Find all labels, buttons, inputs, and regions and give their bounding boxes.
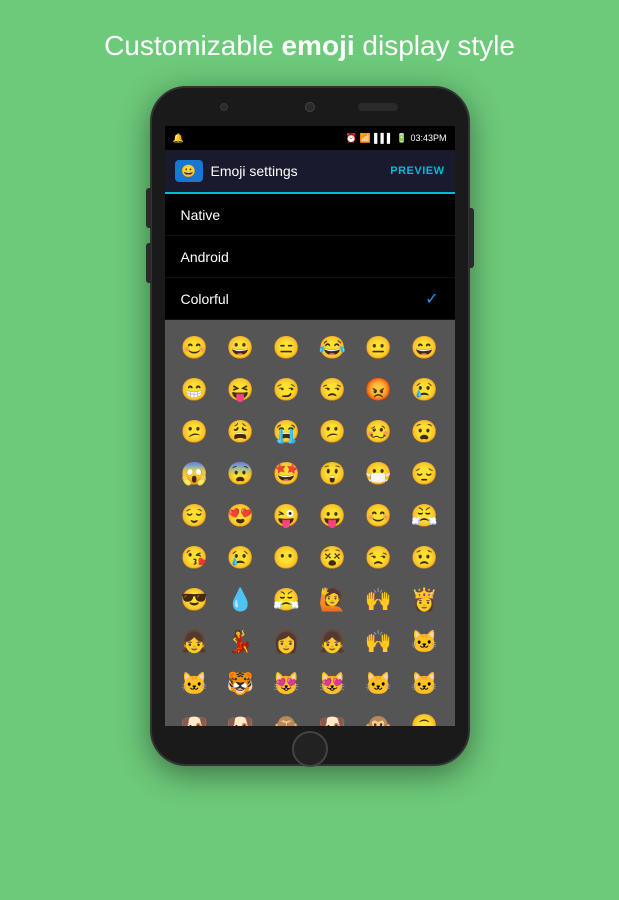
header-text-normal: Customizable [104, 30, 281, 61]
earpiece [358, 103, 398, 111]
emoji-cell[interactable]: 🙈 [265, 706, 309, 726]
emoji-cell[interactable]: 🙃 [403, 706, 447, 726]
emoji-cell[interactable]: 😘 [173, 538, 217, 578]
emoji-cell[interactable]: 😱 [173, 454, 217, 494]
emoji-cell[interactable]: 😧 [403, 412, 447, 452]
emoji-cell[interactable]: 🐱 [403, 664, 447, 704]
emoji-cell[interactable]: 😄 [403, 328, 447, 368]
home-button[interactable] [292, 731, 328, 767]
emoji-cell[interactable]: 😤 [403, 496, 447, 536]
emoji-cell[interactable]: 🐱 [403, 622, 447, 662]
emoji-cell[interactable]: 😊 [357, 496, 401, 536]
checkmark-icon: ✓ [425, 289, 438, 309]
camera [305, 102, 315, 112]
front-camera [220, 103, 228, 111]
emoji-cell[interactable]: 👧 [173, 622, 217, 662]
battery-icon: 🔋 [396, 133, 407, 144]
emoji-grid: 😊😀😑😂😐😄😁😝😏😒😡😢😕😩😭😕🥴😧😱😨🤩😲😷😔😌😍😜😛😊😤😘😢😶😵😒😟😎💧😤🙋… [173, 328, 447, 726]
emoji-cell[interactable]: 😐 [357, 328, 401, 368]
emoji-cell[interactable]: 🤩 [265, 454, 309, 494]
emoji-cell[interactable]: 😍 [219, 496, 263, 536]
phone-frame: 🔔 ⏰ 📶 ▌▌▌ 🔋 03:43PM 😀 Emoji settings PRE… [150, 86, 470, 766]
emoji-cell[interactable]: 😩 [219, 412, 263, 452]
emoji-cell[interactable]: 🐶 [311, 706, 355, 726]
emoji-cell[interactable]: 😷 [357, 454, 401, 494]
app-icon-emoji: 😀 [181, 164, 196, 178]
preview-button[interactable]: PREVIEW [390, 165, 444, 177]
menu-item-colorful[interactable]: Colorful ✓ [165, 278, 455, 320]
status-right: ⏰ 📶 ▌▌▌ 🔋 03:43PM [346, 133, 447, 144]
emoji-cell[interactable]: 😁 [173, 370, 217, 410]
emoji-cell[interactable]: 😜 [265, 496, 309, 536]
emoji-cell[interactable]: 😢 [219, 538, 263, 578]
emoji-cell[interactable]: 🙌 [357, 580, 401, 620]
emoji-cell[interactable]: 😕 [173, 412, 217, 452]
signal-icon: ▌▌▌ [374, 133, 393, 143]
emoji-cell[interactable]: 🐱 [357, 664, 401, 704]
phone-bottom [292, 734, 328, 764]
emoji-cell[interactable]: 👩 [265, 622, 309, 662]
emoji-cell[interactable]: 😤 [265, 580, 309, 620]
emoji-cell[interactable]: 😊 [173, 328, 217, 368]
emoji-cell[interactable]: 👸 [403, 580, 447, 620]
alarm-icon: ⏰ [346, 133, 357, 144]
emoji-cell[interactable]: 😢 [403, 370, 447, 410]
emoji-cell[interactable]: 😶 [265, 538, 309, 578]
emoji-cell[interactable]: 😂 [311, 328, 355, 368]
emoji-cell[interactable]: 😀 [219, 328, 263, 368]
app-bar: 😀 Emoji settings PREVIEW [165, 150, 455, 194]
emoji-cell[interactable]: 😛 [311, 496, 355, 536]
menu-item-native[interactable]: Native [165, 194, 455, 236]
emoji-cell[interactable]: 🐶 [173, 706, 217, 726]
app-icon: 😀 [175, 160, 203, 182]
notification-icon: 🔔 [173, 133, 184, 144]
emoji-cell[interactable]: 😕 [311, 412, 355, 452]
emoji-cell[interactable]: 🥴 [357, 412, 401, 452]
emoji-cell[interactable]: 😨 [219, 454, 263, 494]
emoji-cell[interactable]: 😟 [403, 538, 447, 578]
emoji-cell[interactable]: 🙋 [311, 580, 355, 620]
phone-top-bar [152, 88, 468, 126]
clock: 03:43PM [410, 133, 446, 143]
emoji-cell[interactable]: 💃 [219, 622, 263, 662]
header-text-bold: emoji [281, 30, 354, 61]
emoji-cell[interactable]: 🐯 [219, 664, 263, 704]
emoji-cell[interactable]: 😌 [173, 496, 217, 536]
emoji-grid-container: 😊😀😑😂😐😄😁😝😏😒😡😢😕😩😭😕🥴😧😱😨🤩😲😷😔😌😍😜😛😊😤😘😢😶😵😒😟😎💧😤🙋… [165, 320, 455, 726]
emoji-cell[interactable]: 😏 [265, 370, 309, 410]
app-bar-title: Emoji settings [211, 163, 391, 179]
emoji-cell[interactable]: 🐶 [219, 706, 263, 726]
emoji-cell[interactable]: 😎 [173, 580, 217, 620]
menu-item-colorful-label: Colorful [181, 291, 229, 307]
emoji-cell[interactable]: 💧 [219, 580, 263, 620]
emoji-cell[interactable]: 😭 [265, 412, 309, 452]
emoji-cell[interactable]: 🙌 [357, 622, 401, 662]
status-bar: 🔔 ⏰ 📶 ▌▌▌ 🔋 03:43PM [165, 126, 455, 150]
emoji-cell[interactable]: 😔 [403, 454, 447, 494]
menu-list: Native Android Colorful ✓ [165, 194, 455, 320]
wifi-icon: 📶 [360, 133, 371, 144]
emoji-cell[interactable]: 😡 [357, 370, 401, 410]
phone-screen: 🔔 ⏰ 📶 ▌▌▌ 🔋 03:43PM 😀 Emoji settings PRE… [165, 126, 455, 726]
page-header: Customizable emoji display style [104, 28, 515, 64]
emoji-cell[interactable]: 😻 [311, 664, 355, 704]
emoji-cell[interactable]: 😑 [265, 328, 309, 368]
emoji-cell[interactable]: 🐵 [357, 706, 401, 726]
emoji-cell[interactable]: 😵 [311, 538, 355, 578]
menu-item-android[interactable]: Android [165, 236, 455, 278]
emoji-cell[interactable]: 😒 [311, 370, 355, 410]
emoji-cell[interactable]: 😲 [311, 454, 355, 494]
status-left: 🔔 [173, 133, 184, 144]
emoji-cell[interactable]: 😻 [265, 664, 309, 704]
emoji-cell[interactable]: 🐱 [173, 664, 217, 704]
emoji-cell[interactable]: 😝 [219, 370, 263, 410]
menu-item-android-label: Android [181, 249, 229, 265]
header-text-suffix: display style [355, 30, 515, 61]
emoji-cell[interactable]: 👧 [311, 622, 355, 662]
menu-item-native-label: Native [181, 207, 221, 223]
emoji-cell[interactable]: 😒 [357, 538, 401, 578]
